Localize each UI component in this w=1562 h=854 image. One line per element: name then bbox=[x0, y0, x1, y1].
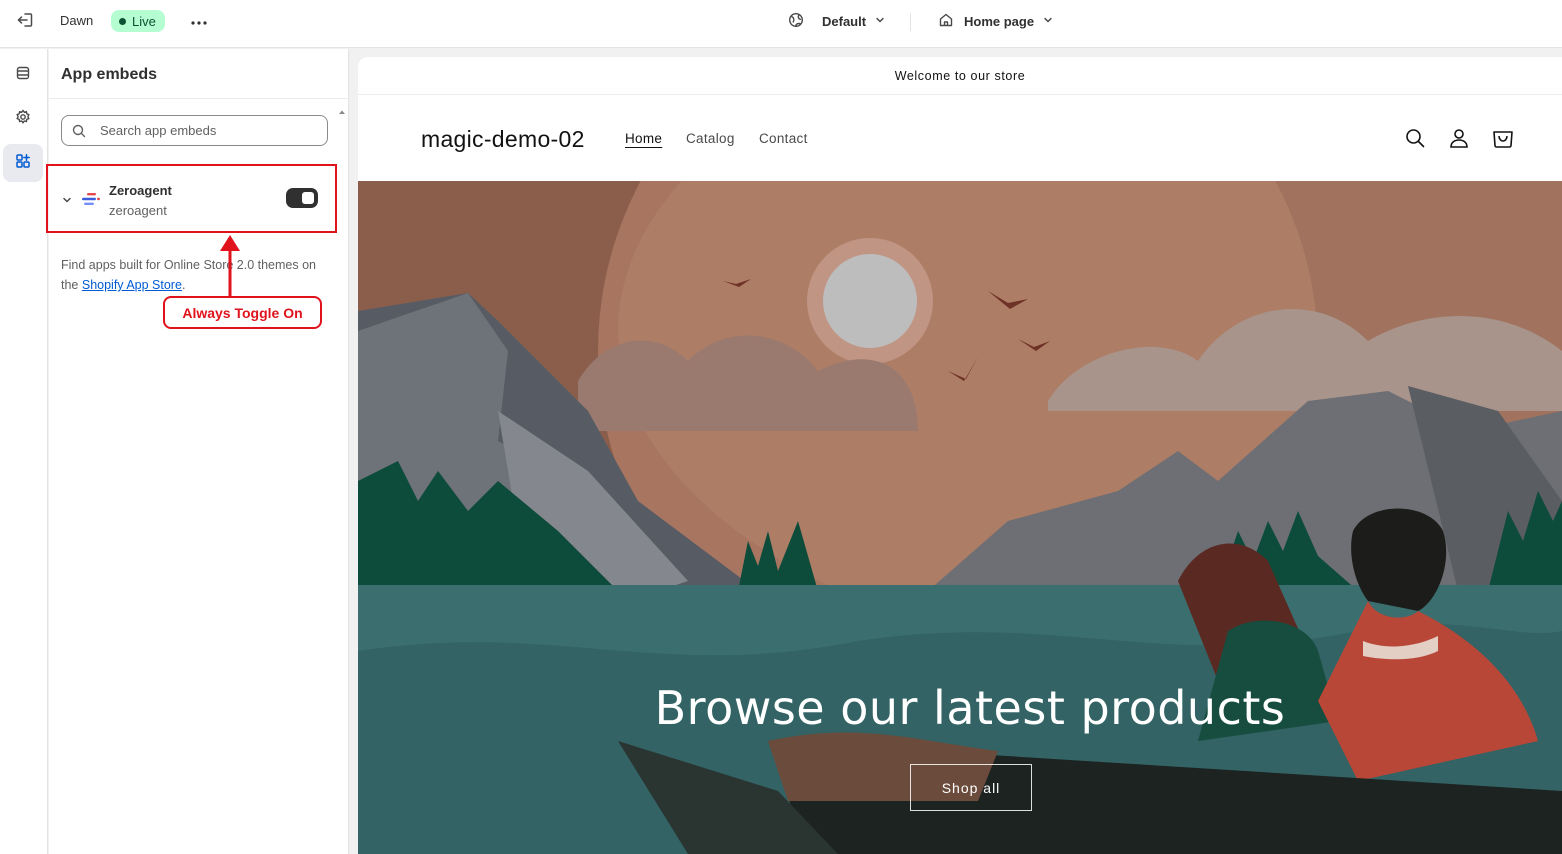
theme-name: Dawn bbox=[60, 13, 94, 28]
view-selector-label: Default bbox=[822, 13, 867, 29]
app-embeds-panel: App embeds Zeroagent zeroagent Find apps… bbox=[46, 49, 349, 854]
help-text-suffix: . bbox=[181, 278, 186, 292]
panel-divider bbox=[49, 98, 349, 99]
exit-button[interactable] bbox=[10, 8, 40, 36]
status-label: Live bbox=[132, 13, 156, 29]
store-header: magic-demo-02 Home Catalog Contact bbox=[358, 96, 1562, 181]
settings-icon bbox=[15, 108, 31, 130]
editor-topbar: Dawn Live Default Home page bbox=[0, 0, 1562, 48]
more-actions-button[interactable] bbox=[186, 8, 212, 34]
help-text: Find apps built for Online Store 2.0 the… bbox=[61, 255, 331, 295]
search-icon bbox=[72, 123, 88, 139]
nav-link-home[interactable]: Home bbox=[625, 131, 662, 146]
status-badge: Live bbox=[111, 10, 165, 32]
chevron-down-icon bbox=[1042, 14, 1054, 29]
shopify-app-store-link[interactable]: Shopify App Store bbox=[82, 278, 182, 292]
storefront-preview: Welcome to our store magic-demo-02 Home … bbox=[358, 57, 1562, 854]
store-logo-text[interactable]: magic-demo-02 bbox=[421, 126, 585, 153]
annotation-arrow-icon bbox=[220, 235, 240, 297]
cart-icon[interactable] bbox=[1491, 126, 1515, 150]
topbar-divider bbox=[910, 13, 911, 31]
annotation-highlight-box bbox=[46, 164, 337, 233]
rail-sections-button[interactable] bbox=[3, 56, 43, 94]
rail-app-embeds-button[interactable] bbox=[3, 144, 43, 182]
hero-title: Browse our latest products bbox=[654, 681, 1286, 735]
hero-illustration bbox=[358, 181, 1562, 854]
globe-icon bbox=[788, 12, 804, 31]
search-icon[interactable] bbox=[1403, 126, 1427, 150]
search-input[interactable] bbox=[100, 123, 320, 138]
announcement-bar: Welcome to our store bbox=[358, 57, 1562, 95]
scroll-up-icon[interactable] bbox=[338, 103, 346, 114]
live-dot-icon bbox=[119, 17, 126, 25]
shop-all-button[interactable]: Shop all bbox=[910, 764, 1032, 811]
chevron-down-icon bbox=[874, 14, 886, 29]
exit-icon bbox=[16, 11, 34, 34]
home-icon bbox=[938, 12, 954, 31]
app-embeds-icon bbox=[15, 153, 31, 174]
account-icon[interactable] bbox=[1447, 126, 1471, 150]
annotation-callout: Always Toggle On bbox=[163, 296, 322, 329]
page-selector-label: Home page bbox=[964, 13, 1035, 29]
view-selector[interactable]: Default bbox=[782, 6, 892, 36]
hero-banner: Browse our latest products Shop all bbox=[358, 181, 1562, 854]
rail-settings-button[interactable] bbox=[3, 100, 43, 138]
page-selector[interactable]: Home page bbox=[932, 6, 1060, 36]
editor-rail bbox=[0, 49, 48, 854]
search-field[interactable] bbox=[61, 115, 328, 146]
sections-icon bbox=[15, 65, 31, 86]
ellipsis-icon bbox=[191, 12, 207, 30]
nav-link-catalog[interactable]: Catalog bbox=[686, 131, 735, 146]
panel-title: App embeds bbox=[61, 66, 158, 83]
nav-link-contact[interactable]: Contact bbox=[759, 131, 808, 146]
